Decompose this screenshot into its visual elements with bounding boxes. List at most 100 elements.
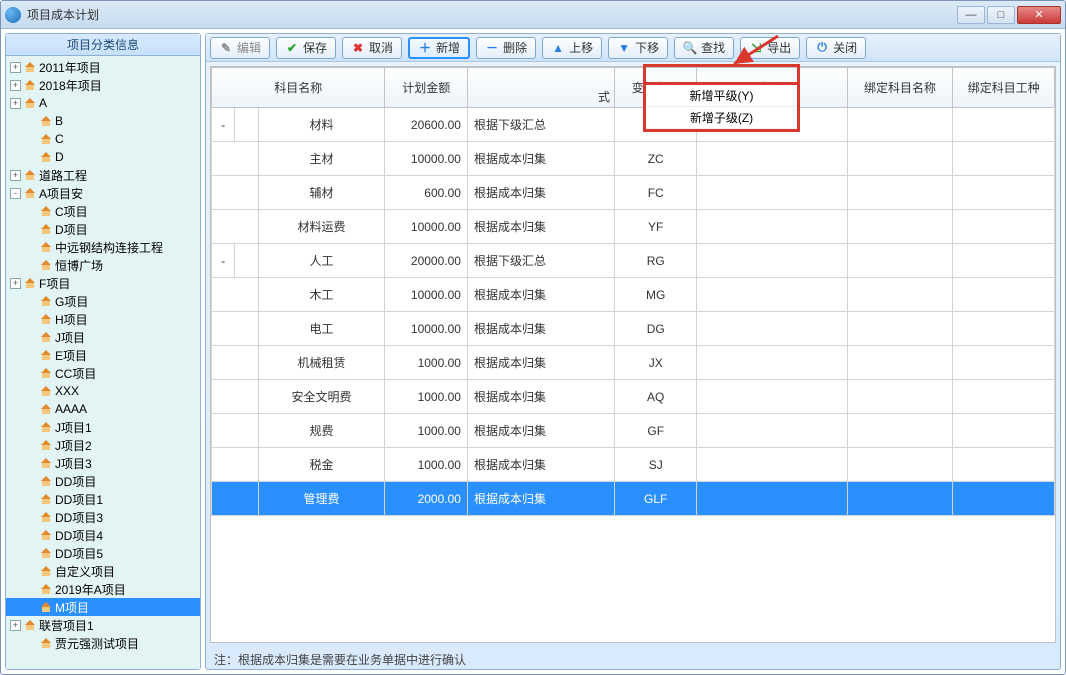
tree-item[interactable]: +F项目 [6,274,200,292]
expand-icon[interactable]: + [10,62,21,73]
table-row[interactable]: 管理费2000.00根据成本归集GLF [212,482,1055,516]
tree-item[interactable]: G项目 [6,292,200,310]
tree-item[interactable]: CC项目 [6,364,200,382]
tree-item[interactable]: DD项目 [6,472,200,490]
cell-name: 材料 [258,108,385,142]
cell-name: 材料运费 [258,210,385,244]
col-header-method-tail: 式 [598,88,610,105]
col-header-amount[interactable]: 计划金额 [385,68,467,108]
expand-icon[interactable]: + [10,80,21,91]
export-button[interactable]: ⇲导出 [740,37,800,59]
cell-var: ZC [614,142,696,176]
move-up-button[interactable]: ▲上移 [542,37,602,59]
tree-item[interactable]: 自定义项目 [6,562,200,580]
house-icon [23,96,37,110]
table-row[interactable]: 材料运费10000.00根据成本归集YF [212,210,1055,244]
cost-table[interactable]: 科目名称 计划金额 式 变量名称 备注 绑定科目名称 绑定科目工种 -材料206… [211,67,1055,516]
project-tree[interactable]: +2011年项目+2018年项目+ABCD+道路工程-A项目安C项目D项目中远钢… [6,56,200,669]
expand-icon[interactable]: + [10,98,21,109]
table-row[interactable]: 辅材600.00根据成本归集FC [212,176,1055,210]
tree-item[interactable]: C [6,130,200,148]
cell-var: GLF [614,482,696,516]
tree-item[interactable]: XXX [6,382,200,400]
tree-item[interactable]: +2011年项目 [6,58,200,76]
maximize-button[interactable]: □ [987,6,1015,24]
add-sibling-item[interactable]: 新增平级(Y) [646,85,797,107]
save-button[interactable]: ✔保存 [276,37,336,59]
tree-item[interactable]: J项目1 [6,418,200,436]
tree-item[interactable]: J项目3 [6,454,200,472]
expand-icon[interactable]: + [10,278,21,289]
tree-item[interactable]: +A [6,94,200,112]
find-button[interactable]: 🔍查找 [674,37,734,59]
tree-item[interactable]: 中远钢结构连接工程 [6,238,200,256]
cell-amount: 20600.00 [385,108,467,142]
move-down-button[interactable]: ▼下移 [608,37,668,59]
tree-item[interactable]: B [6,112,200,130]
minimize-button[interactable]: — [957,6,985,24]
tree-item[interactable]: 2019年A项目 [6,580,200,598]
tree-item[interactable]: 恒博广场 [6,256,200,274]
collapse-icon[interactable]: - [10,188,21,199]
tree-item[interactable]: H项目 [6,310,200,328]
tree-item-label: D [55,150,64,164]
cell-method: 根据成本归集 [467,176,614,210]
tree-spacer [26,440,37,451]
table-row[interactable]: -人工20000.00根据下级汇总RG [212,244,1055,278]
table-row[interactable]: 木工10000.00根据成本归集MG [212,278,1055,312]
table-row[interactable]: 主材10000.00根据成本归集ZC [212,142,1055,176]
house-icon [39,402,53,416]
tree-item[interactable]: J项目 [6,328,200,346]
table-row[interactable]: 电工10000.00根据成本归集DG [212,312,1055,346]
house-icon [39,366,53,380]
tree-item[interactable]: -A项目安 [6,184,200,202]
tree-item[interactable]: DD项目3 [6,508,200,526]
table-row[interactable]: 机械租赁1000.00根据成本归集JX [212,346,1055,380]
col-header-bind-name[interactable]: 绑定科目名称 [847,68,953,108]
tree-item[interactable]: +道路工程 [6,166,200,184]
tree-item[interactable]: DD项目5 [6,544,200,562]
tree-item[interactable]: DD项目1 [6,490,200,508]
tree-item[interactable]: +2018年项目 [6,76,200,94]
add-child-item[interactable]: 新增子级(Z) [646,107,797,129]
table-row[interactable]: 安全文明费1000.00根据成本归集AQ [212,380,1055,414]
tree-item[interactable]: 贾元强测试项目 [6,634,200,652]
house-icon [39,420,53,434]
house-icon [39,600,53,614]
table-row[interactable]: 规费1000.00根据成本归集GF [212,414,1055,448]
tree-item[interactable]: M项目 [6,598,200,616]
col-header-bind-type[interactable]: 绑定科目工种 [953,68,1055,108]
tree-spacer [26,548,37,559]
tree-item[interactable]: +联营项目1 [6,616,200,634]
close-window-button[interactable]: ✕ [1017,6,1061,24]
cell-bind-type [953,278,1055,312]
tree-item[interactable]: DD项目4 [6,526,200,544]
delete-button[interactable]: －删除 [476,37,536,59]
tree-item[interactable]: AAAA [6,400,200,418]
tree-item-label: CC项目 [55,365,96,382]
cell-method: 根据成本归集 [467,278,614,312]
tree-item[interactable]: D [6,148,200,166]
cancel-button[interactable]: ✖取消 [342,37,402,59]
col-header-name[interactable]: 科目名称 [212,68,385,108]
delete-label: 删除 [503,39,527,56]
tree-item-label: 2018年项目 [39,77,102,94]
table-row[interactable]: 税金1000.00根据成本归集SJ [212,448,1055,482]
collapse-icon[interactable]: - [221,254,225,268]
house-icon [39,474,53,488]
expand-icon[interactable]: + [10,170,21,181]
close-button[interactable]: ⏻关闭 [806,37,866,59]
tree-item[interactable]: C项目 [6,202,200,220]
sidebar-panel: 项目分类信息 +2011年项目+2018年项目+ABCD+道路工程-A项目安C项… [5,33,201,670]
tree-item[interactable]: D项目 [6,220,200,238]
collapse-icon[interactable]: - [221,118,225,132]
expand-icon[interactable]: + [10,620,21,631]
table-row[interactable]: -材料20600.00根据下级汇总CL [212,108,1055,142]
tree-item-label: C [55,132,64,146]
tree-item[interactable]: E项目 [6,346,200,364]
tree-item-label: 自定义项目 [55,563,115,580]
tree-spacer [26,476,37,487]
add-button[interactable]: ＋新增 [408,37,470,59]
tree-item[interactable]: J项目2 [6,436,200,454]
edit-button[interactable]: ✎编辑 [210,37,270,59]
